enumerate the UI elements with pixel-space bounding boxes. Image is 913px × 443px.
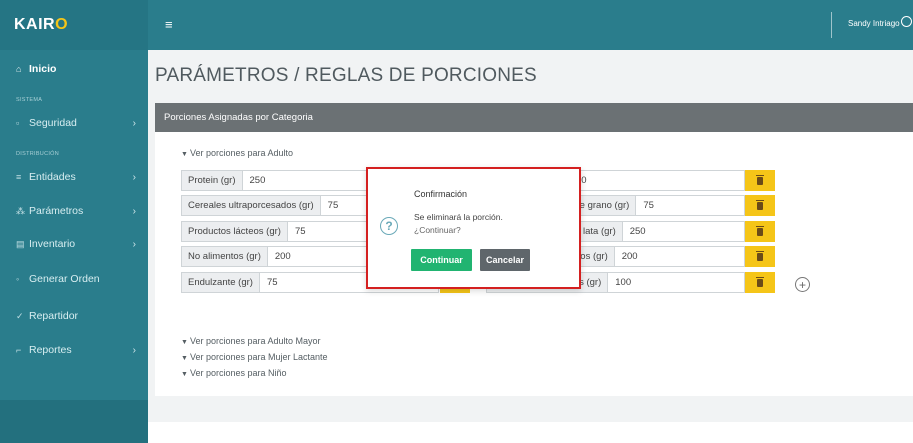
chart-icon: ⌐ bbox=[16, 345, 22, 355]
dialog-question: ¿Continuar? bbox=[414, 225, 461, 235]
delete-portion-button[interactable] bbox=[745, 221, 775, 242]
page-title: PARÁMETROS / REGLAS DE PORCIONES bbox=[155, 65, 537, 86]
sidebar-item-label: Parámetros bbox=[29, 205, 84, 217]
sidebar-footer bbox=[0, 400, 148, 443]
sidebar-item-inventario[interactable]: ▤ Inventario › bbox=[0, 232, 148, 256]
user-name[interactable]: Sandy Intriago bbox=[848, 19, 900, 28]
user-icon[interactable] bbox=[901, 16, 912, 27]
sidebar-item-seguridad[interactable]: ▫ Seguridad › bbox=[0, 111, 148, 135]
toggle-adulto[interactable]: ▼ Ver porciones para Adulto bbox=[181, 148, 293, 158]
question-icon: ? bbox=[380, 217, 398, 235]
toggle-label: Ver porciones para Niño bbox=[189, 368, 287, 378]
portion-input[interactable]: 75 bbox=[636, 196, 661, 215]
panel-header: Porciones Asignadas por Categoria bbox=[155, 103, 913, 132]
truck-icon: ✓ bbox=[16, 310, 24, 321]
sidebar-item-label: Reportes bbox=[29, 344, 72, 356]
portion-input[interactable]: 100 bbox=[608, 273, 638, 292]
portion-label: Protein (gr) bbox=[182, 171, 243, 190]
sidebar-item-label: Generar Orden bbox=[29, 273, 100, 285]
sidebar-item-inicio[interactable]: ⌂ Inicio bbox=[0, 57, 148, 81]
caret-down-icon: ▼ bbox=[181, 151, 188, 158]
home-icon: ⌂ bbox=[16, 64, 22, 74]
sidebar-item-parametros[interactable]: ⁂ Parámetros › bbox=[0, 199, 148, 223]
trash-icon bbox=[756, 250, 764, 261]
cancel-button[interactable]: Cancelar bbox=[480, 249, 530, 271]
top-navbar: ≡ Sandy Intriago bbox=[148, 0, 913, 50]
portion-input[interactable]: 200 bbox=[615, 247, 645, 266]
portion-input[interactable]: 200 bbox=[268, 247, 298, 266]
dialog-message: Se eliminará la porción. bbox=[414, 212, 503, 222]
chevron-right-icon: › bbox=[132, 117, 136, 129]
sidebar-item-label: Entidades bbox=[29, 171, 76, 183]
list-icon: ≡ bbox=[16, 172, 22, 182]
sidebar-item-label: Seguridad bbox=[29, 117, 77, 129]
sidebar-item-label: Inventario bbox=[29, 238, 76, 250]
portion-input[interactable]: 250 bbox=[623, 222, 653, 241]
portion-input[interactable]: 250 bbox=[243, 171, 273, 190]
toggle-adulto-mayor[interactable]: ▼ Ver porciones para Adulto Mayor bbox=[181, 336, 321, 346]
box-icon: ▤ bbox=[16, 238, 25, 249]
sidebar-item-label: Repartidor bbox=[29, 310, 79, 322]
portion-input[interactable]: 75 bbox=[288, 222, 313, 241]
navbar-divider bbox=[831, 12, 832, 38]
portion-label: Productos lácteos (gr) bbox=[182, 222, 288, 241]
delete-portion-button[interactable] bbox=[745, 272, 775, 293]
caret-down-icon: ▼ bbox=[181, 371, 188, 378]
toggle-label: Ver porciones para Adulto Mayor bbox=[189, 336, 321, 346]
chevron-right-icon: › bbox=[132, 205, 136, 217]
toggle-nino[interactable]: ▼ Ver porciones para Niño bbox=[181, 368, 287, 378]
portion-input[interactable]: 75 bbox=[321, 196, 346, 215]
sidebar-item-repartidor[interactable]: ✓ Repartidor bbox=[0, 304, 148, 328]
brand-logo[interactable]: KAIR O bbox=[0, 0, 148, 50]
portion-input[interactable]: 75 bbox=[260, 273, 285, 292]
toggle-label: Ver porciones para Mujer Lactante bbox=[189, 352, 328, 362]
toggle-label: Ver porciones para Adulto bbox=[189, 148, 294, 158]
portion-label: Cereales ultraporcesados (gr) bbox=[182, 196, 321, 215]
sidebar: KAIR O ⌂ Inicio SISTEMA ▫ Seguridad › DIS… bbox=[0, 0, 148, 443]
toggle-mujer-lactante[interactable]: ▼ Ver porciones para Mujer Lactante bbox=[181, 352, 328, 362]
lock-icon: ▫ bbox=[16, 118, 20, 128]
sidebar-item-generar-orden[interactable]: ◦ Generar Orden bbox=[0, 267, 148, 291]
portion-label: Endulzante (gr) bbox=[182, 273, 260, 292]
trash-icon bbox=[756, 174, 764, 185]
delete-portion-button[interactable] bbox=[745, 170, 775, 191]
chevron-right-icon: › bbox=[132, 238, 136, 250]
continue-button[interactable]: Continuar bbox=[411, 249, 472, 271]
delete-portion-button[interactable] bbox=[745, 195, 775, 216]
cart-icon: ◦ bbox=[16, 274, 20, 284]
sidebar-item-entidades[interactable]: ≡ Entidades › bbox=[0, 165, 148, 189]
sidebar-item-reportes[interactable]: ⌐ Reportes › bbox=[0, 338, 148, 362]
portion-label: No alimentos (gr) bbox=[182, 247, 268, 266]
plus-circle-icon[interactable]: + bbox=[795, 277, 810, 292]
trash-icon bbox=[756, 199, 764, 210]
dialog-title: Confirmación bbox=[414, 189, 468, 199]
section-label-sistema: SISTEMA bbox=[16, 97, 43, 103]
brand-prefix: KAIR bbox=[14, 16, 56, 33]
hamburger-icon[interactable]: ≡ bbox=[165, 17, 173, 32]
page-footer bbox=[148, 422, 913, 443]
sidebar-item-label: Inicio bbox=[29, 63, 57, 75]
trash-icon bbox=[756, 225, 764, 236]
caret-down-icon: ▼ bbox=[181, 339, 188, 346]
trash-icon bbox=[756, 276, 764, 287]
caret-down-icon: ▼ bbox=[181, 355, 188, 362]
confirm-dialog: Confirmación ? Se eliminará la porción. … bbox=[366, 167, 581, 289]
delete-portion-button[interactable] bbox=[745, 246, 775, 267]
brand-suffix: O bbox=[55, 16, 69, 33]
chevron-right-icon: › bbox=[132, 344, 136, 356]
section-label-distribucion: DISTRIBUCIÓN bbox=[16, 151, 60, 157]
chevron-right-icon: › bbox=[132, 171, 136, 183]
sliders-icon: ⁂ bbox=[16, 205, 25, 216]
